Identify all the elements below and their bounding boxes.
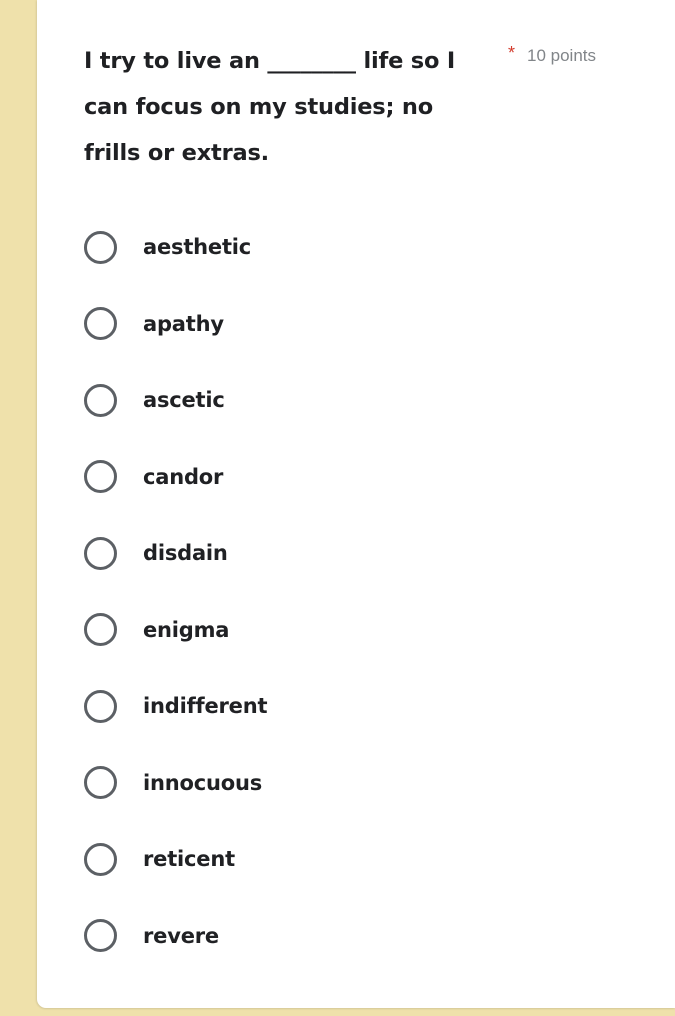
option-row-aesthetic[interactable]: aesthetic (84, 209, 644, 286)
option-row-enigma[interactable]: enigma (84, 592, 644, 669)
option-row-ascetic[interactable]: ascetic (84, 362, 644, 439)
option-label: candor (143, 464, 224, 489)
required-asterisk-icon: * (508, 43, 516, 63)
option-label: enigma (143, 617, 230, 642)
option-label: aesthetic (143, 235, 252, 260)
points-label: 10 points (527, 46, 597, 65)
option-row-reticent[interactable]: reticent (84, 821, 644, 898)
radio-button-icon[interactable] (84, 230, 117, 264)
option-row-apathy[interactable]: apathy (84, 286, 644, 363)
option-label: indifferent (143, 694, 268, 719)
option-row-revere[interactable]: revere (84, 898, 644, 975)
quiz-page: I try to live an ________ life so I can … (0, 0, 675, 1016)
option-row-indifferent[interactable]: indifferent (84, 668, 644, 745)
question-text: I try to live an ________ life so I can … (84, 48, 463, 166)
radio-button-icon[interactable] (84, 536, 117, 570)
question-card: I try to live an ________ life so I can … (37, 0, 675, 1008)
option-row-disdain[interactable]: disdain (84, 515, 644, 592)
option-label: apathy (143, 311, 224, 336)
question-header-row: I try to live an ________ life so I can … (84, 38, 654, 176)
option-row-innocuous[interactable]: innocuous (84, 745, 644, 822)
radio-button-icon[interactable] (84, 919, 117, 953)
radio-button-icon[interactable] (84, 460, 117, 494)
radio-button-icon[interactable] (84, 307, 117, 341)
option-label: disdain (143, 541, 228, 566)
options-list: aesthetic apathy ascetic candor disdain (84, 209, 644, 974)
option-label: reticent (143, 847, 235, 872)
radio-button-icon[interactable] (84, 689, 117, 723)
question-header: I try to live an ________ life so I can … (84, 38, 654, 176)
option-label: revere (143, 923, 219, 948)
radio-button-icon[interactable] (84, 766, 117, 800)
radio-button-icon[interactable] (84, 613, 117, 647)
radio-button-icon[interactable] (84, 842, 117, 876)
option-label: innocuous (143, 770, 263, 795)
option-row-candor[interactable]: candor (84, 439, 644, 516)
page-left-gutter (0, 0, 36, 1016)
radio-button-icon[interactable] (84, 383, 117, 417)
option-label: ascetic (143, 388, 225, 413)
